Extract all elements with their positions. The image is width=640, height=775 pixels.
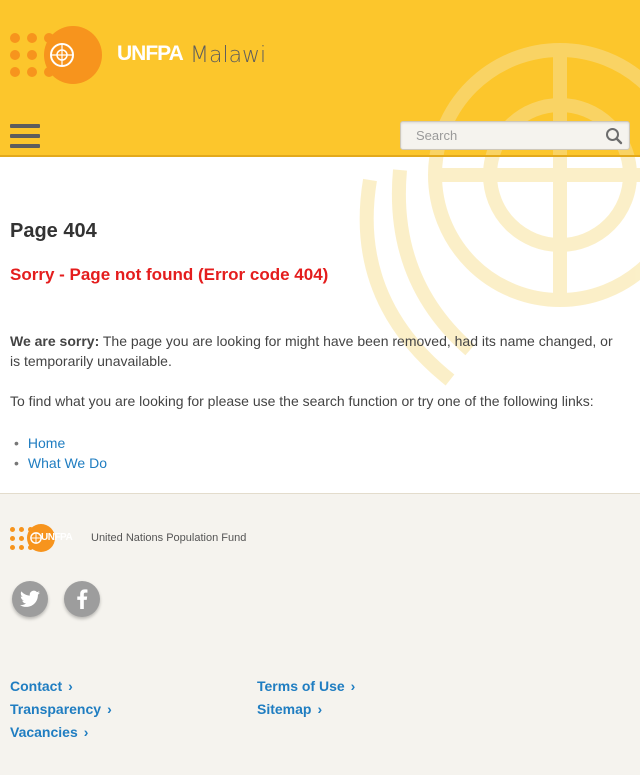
list-item: Home	[14, 433, 107, 453]
search-input[interactable]	[401, 122, 591, 149]
chevron-right-icon: ›	[107, 701, 112, 717]
footer-logo-wordmark: UNFPA	[41, 532, 73, 543]
footer-link-contact[interactable]: Contact ›	[10, 678, 73, 694]
twitter-bird-icon	[20, 590, 40, 607]
footer-link-sitemap[interactable]: Sitemap ›	[257, 701, 322, 717]
footer-link-label: Contact	[10, 678, 63, 694]
sorry-text: The page you are looking for might have …	[10, 333, 613, 369]
footer-org-name: United Nations Population Fund	[91, 532, 247, 544]
footer-link-label: Terms of Use	[257, 678, 345, 694]
search-box	[400, 121, 630, 150]
link-home[interactable]: Home	[28, 435, 65, 451]
site-footer: UNFPA United Nations Population Fund Con…	[0, 494, 640, 775]
list-item: What We Do	[14, 453, 107, 473]
sorry-label: We are sorry:	[10, 333, 100, 349]
find-paragraph: To find what you are looking for please …	[10, 393, 594, 409]
un-globe-icon	[50, 43, 74, 67]
logo-wordmark: UNFPA	[117, 42, 184, 65]
link-what-we-do[interactable]: What We Do	[28, 455, 107, 471]
menu-hamburger-icon[interactable]	[10, 124, 40, 148]
logo-country: Malawi	[190, 42, 267, 68]
footer-link-label: Sitemap	[257, 701, 312, 717]
chevron-right-icon: ›	[68, 678, 73, 694]
facebook-icon[interactable]	[64, 581, 100, 617]
logo-circle: UNFPA	[44, 26, 184, 84]
unfpa-logo[interactable]: UNFPA Malawi	[10, 25, 266, 85]
search-icon[interactable]	[605, 127, 623, 145]
site-header: UNFPA Malawi	[0, 0, 640, 157]
footer-link-vacancies[interactable]: Vacancies ›	[10, 724, 88, 740]
main-content: Page 404 Sorry - Page not found (Error c…	[0, 157, 640, 494]
chevron-right-icon: ›	[350, 678, 356, 694]
footer-link-terms-of-use[interactable]: Terms of Use ›	[257, 678, 355, 694]
footer-link-label: Transparency	[10, 701, 102, 717]
page-title: Page 404	[10, 220, 97, 242]
suggested-links: Home What We Do	[14, 433, 107, 473]
footer-link-transparency[interactable]: Transparency ›	[10, 701, 112, 717]
footer-logo[interactable]: UNFPA United Nations Population Fund	[10, 524, 246, 552]
footer-logo-circle: UNFPA	[27, 524, 73, 552]
footer-link-label: Vacancies	[10, 724, 78, 740]
sorry-paragraph: We are sorry: The page you are looking f…	[10, 331, 625, 371]
chevron-right-icon: ›	[83, 724, 89, 740]
facebook-f-icon	[77, 589, 88, 609]
chevron-right-icon: ›	[317, 701, 323, 717]
un-emblem-watermark-icon	[359, 157, 640, 386]
error-heading: Sorry - Page not found (Error code 404)	[10, 265, 329, 284]
twitter-icon[interactable]	[12, 581, 48, 617]
